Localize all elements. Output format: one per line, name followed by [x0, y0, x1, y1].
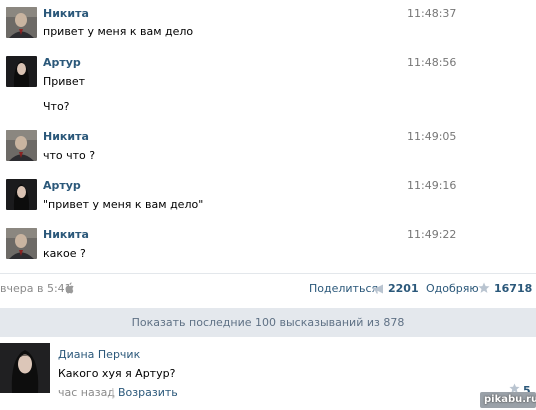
divider — [0, 273, 536, 274]
like-button[interactable]: Одобряю — [426, 282, 479, 295]
message-author[interactable]: Артур — [43, 56, 81, 69]
avatar[interactable] — [6, 179, 37, 210]
apple-icon — [65, 282, 74, 294]
avatar-nikita-image — [6, 228, 37, 259]
message-time: 11:48:56 — [407, 56, 457, 69]
comment-item: Диана Перчик Какого хуя я Артур? час наз… — [0, 343, 536, 403]
avatar[interactable] — [6, 130, 37, 161]
message-text: что что ? — [43, 149, 96, 162]
separator: | — [111, 386, 115, 399]
message-author[interactable]: Никита — [43, 130, 89, 143]
watermark: pikabu.ru — [484, 394, 536, 405]
post-date-link[interactable]: вчера в 5:41 — [0, 282, 72, 295]
message-item: Артур 11:48:56 Привет Что? — [0, 56, 536, 116]
share-count: 2201 — [388, 282, 419, 295]
avatar[interactable] — [6, 7, 37, 38]
message-text: "привет у меня к вам дело" — [43, 198, 204, 211]
post-meta: вчера в 5:41 Поделиться 2201 Одобряю 167… — [0, 282, 536, 298]
message-item: Артур 11:49:16 "привет у меня к вам дело… — [0, 179, 536, 219]
reply-button[interactable]: Возразить — [118, 386, 178, 399]
message-item: Никита 11:49:22 какое ? — [0, 228, 536, 268]
message-author[interactable]: Никита — [43, 7, 89, 20]
comment-text: Какого хуя я Артур? — [58, 367, 176, 380]
message-text: какое ? — [43, 247, 86, 260]
message-time: 11:48:37 — [407, 7, 457, 20]
star-icon[interactable] — [478, 282, 490, 294]
megaphone-icon[interactable] — [372, 284, 386, 294]
message-author[interactable]: Никита — [43, 228, 89, 241]
avatar[interactable] — [0, 343, 50, 393]
message-item: Никита 11:48:37 привет у меня к вам дело — [0, 7, 536, 47]
avatar[interactable] — [6, 228, 37, 259]
like-count: 16718 — [494, 282, 533, 295]
chat-page: Никита 11:48:37 привет у меня к вам дело… — [0, 0, 536, 410]
avatar-artur-image — [6, 56, 37, 87]
message-time: 11:49:05 — [407, 130, 457, 143]
avatar-nikita-image — [6, 7, 37, 38]
comment-author[interactable]: Диана Перчик — [58, 348, 140, 361]
message-time: 11:49:16 — [407, 179, 457, 192]
avatar[interactable] — [6, 56, 37, 87]
comment-time[interactable]: час назад — [58, 386, 115, 399]
show-more-button[interactable]: Показать последние 100 высказываний из 8… — [0, 308, 536, 337]
message-text: Привет — [43, 75, 86, 88]
avatar-nikita-image — [6, 130, 37, 161]
message-time: 11:49:22 — [407, 228, 457, 241]
avatar-diana-image — [0, 343, 50, 393]
message-text: Что? — [43, 100, 70, 113]
message-item: Никита 11:49:05 что что ? — [0, 130, 536, 170]
share-button[interactable]: Поделиться — [309, 282, 378, 295]
avatar-artur-image — [6, 179, 37, 210]
message-author[interactable]: Артур — [43, 179, 81, 192]
message-text: привет у меня к вам дело — [43, 25, 194, 38]
